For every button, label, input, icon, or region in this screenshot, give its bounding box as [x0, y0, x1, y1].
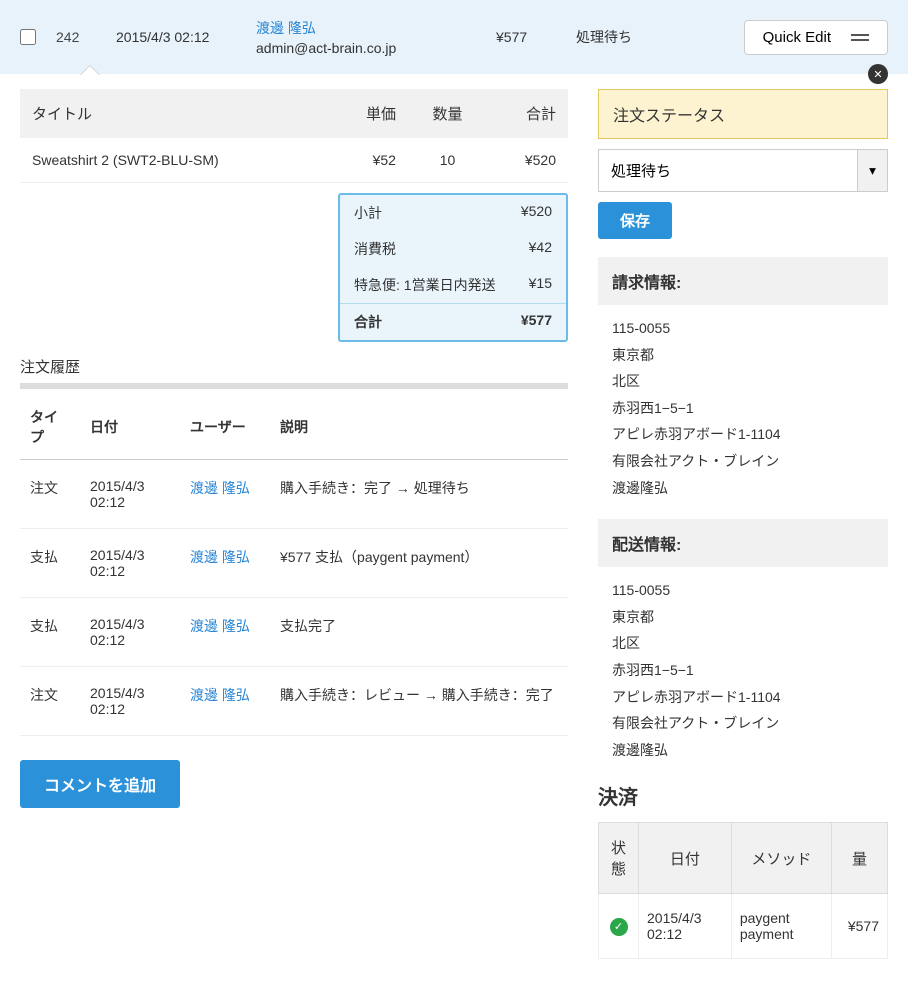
divider-bar: [20, 383, 568, 389]
address-line: 東京都: [612, 604, 874, 631]
payment-row: ✓ 2015/4/3 02:12 paygent payment ¥577: [599, 894, 888, 959]
col-amount: 量: [832, 823, 888, 894]
order-id: 242: [56, 29, 96, 45]
address-line: 北区: [612, 630, 874, 657]
payment-table: 状態 日付 メソッド 量 ✓ 2015/4/3 02:12 paygent pa…: [598, 822, 888, 959]
item-qty: 10: [408, 138, 487, 183]
address-line: 東京都: [612, 342, 874, 369]
address-line: 赤羽西1−5−1: [612, 657, 874, 684]
history-date: 2015/4/3 02:12: [80, 667, 180, 736]
menu-icon: [851, 34, 869, 41]
history-user-link[interactable]: 渡邊 隆弘: [190, 549, 250, 565]
quick-edit-button[interactable]: Quick Edit: [744, 20, 888, 55]
history-date: 2015/4/3 02:12: [80, 598, 180, 667]
col-subtotal: 合計: [487, 89, 568, 138]
col-price: 単価: [329, 89, 408, 138]
close-icon: ✕: [873, 68, 882, 81]
col-date: 日付: [80, 395, 180, 460]
history-desc: 購入手続き：レビュー → 購入手続き：完了: [270, 667, 568, 736]
history-row: 支払 2015/4/3 02:12 渡邊 隆弘 ¥577 支払（paygent …: [20, 529, 568, 598]
address-line: 渡邊隆弘: [612, 475, 874, 502]
col-method: メソッド: [731, 823, 831, 894]
history-desc: 購入手続き：完了 → 処理待ち: [270, 460, 568, 529]
history-type: 注文: [20, 460, 80, 529]
order-status: 処理待ち: [576, 27, 656, 47]
shipping-header: 配送情報:: [598, 519, 888, 567]
history-user-link[interactable]: 渡邊 隆弘: [190, 480, 250, 496]
pay-amount: ¥577: [832, 894, 888, 959]
history-desc: 支払完了: [270, 598, 568, 667]
address-line: 有限会社アクト・ブレイン: [612, 710, 874, 737]
totals-box: 小計 ¥520 消費税 ¥42 特急便: 1営業日内発送 ¥15 合計 ¥577: [338, 193, 568, 342]
add-comment-button[interactable]: コメントを追加: [20, 760, 180, 808]
status-select[interactable]: 処理待ち: [598, 149, 858, 192]
item-price: ¥52: [329, 138, 408, 183]
col-type: タイプ: [20, 395, 80, 460]
total-value: ¥577: [521, 312, 552, 332]
history-title: 注文履歴: [20, 342, 568, 383]
address-line: アピレ赤羽アボード1-1104: [612, 421, 874, 448]
history-date: 2015/4/3 02:12: [80, 460, 180, 529]
col-state: 状態: [599, 823, 639, 894]
panel-pointer: [80, 66, 100, 76]
col-qty: 数量: [408, 89, 487, 138]
col-desc: 説明: [270, 395, 568, 460]
items-table: タイトル 単価 数量 合計 Sweatshirt 2 (SWT2-BLU-SM)…: [20, 89, 568, 183]
payment-title: 決済: [598, 781, 888, 810]
history-user-link[interactable]: 渡邊 隆弘: [190, 687, 250, 703]
col-paydate: 日付: [639, 823, 732, 894]
total-label: 合計: [354, 312, 382, 332]
address-line: 渡邊隆弘: [612, 737, 874, 764]
tax-label: 消費税: [354, 239, 396, 259]
customer-name-link[interactable]: 渡邊 隆弘: [256, 18, 476, 38]
customer-email: admin@act-brain.co.jp: [256, 40, 476, 56]
check-icon: ✓: [610, 918, 628, 936]
address-line: 115-0055: [612, 315, 874, 342]
history-row: 支払 2015/4/3 02:12 渡邊 隆弘 支払完了: [20, 598, 568, 667]
history-type: 支払: [20, 598, 80, 667]
shipping-label: 特急便: 1営業日内発送: [354, 275, 496, 295]
subtotal-value: ¥520: [521, 203, 552, 223]
item-row: Sweatshirt 2 (SWT2-BLU-SM) ¥52 10 ¥520: [20, 138, 568, 183]
order-row: 242 2015/4/3 02:12 渡邊 隆弘 admin@act-brain…: [0, 0, 908, 74]
address-line: アピレ赤羽アボード1-1104: [612, 684, 874, 711]
select-order-checkbox[interactable]: [20, 29, 36, 45]
status-title: 注文ステータス: [598, 89, 888, 139]
tax-value: ¥42: [529, 239, 552, 259]
billing-header: 請求情報:: [598, 257, 888, 305]
chevron-down-icon: ▾: [869, 163, 876, 179]
history-type: 支払: [20, 529, 80, 598]
address-line: 赤羽西1−5−1: [612, 395, 874, 422]
history-date: 2015/4/3 02:12: [80, 529, 180, 598]
history-user-link[interactable]: 渡邊 隆弘: [190, 618, 250, 634]
pay-method: paygent payment: [731, 894, 831, 959]
shipping-value: ¥15: [529, 275, 552, 295]
history-row: 注文 2015/4/3 02:12 渡邊 隆弘 購入手続き：レビュー → 購入手…: [20, 667, 568, 736]
item-subtotal: ¥520: [487, 138, 568, 183]
address-line: 有限会社アクト・ブレイン: [612, 448, 874, 475]
col-title: タイトル: [20, 89, 329, 138]
order-total: ¥577: [496, 29, 556, 45]
address-line: 115-0055: [612, 577, 874, 604]
address-line: 北区: [612, 368, 874, 395]
history-row: 注文 2015/4/3 02:12 渡邊 隆弘 購入手続き：完了 → 処理待ち: [20, 460, 568, 529]
save-button[interactable]: 保存: [598, 202, 672, 239]
history-type: 注文: [20, 667, 80, 736]
quick-edit-label: Quick Edit: [763, 29, 831, 46]
history-desc: ¥577 支払（paygent payment）: [270, 529, 568, 598]
item-title: Sweatshirt 2 (SWT2-BLU-SM): [20, 138, 329, 183]
subtotal-label: 小計: [354, 203, 382, 223]
pay-date: 2015/4/3 02:12: [639, 894, 732, 959]
billing-info: 115-0055東京都北区赤羽西1−5−1アピレ赤羽アボード1-1104有限会社…: [598, 305, 888, 501]
shipping-info: 115-0055東京都北区赤羽西1−5−1アピレ赤羽アボード1-1104有限会社…: [598, 567, 888, 763]
status-dropdown-button[interactable]: ▾: [858, 149, 888, 192]
col-user: ユーザー: [180, 395, 270, 460]
order-date: 2015/4/3 02:12: [116, 29, 236, 45]
close-button[interactable]: ✕: [868, 64, 888, 84]
history-table: タイプ 日付 ユーザー 説明 注文 2015/4/3 02:12 渡邊 隆弘 購…: [20, 395, 568, 736]
